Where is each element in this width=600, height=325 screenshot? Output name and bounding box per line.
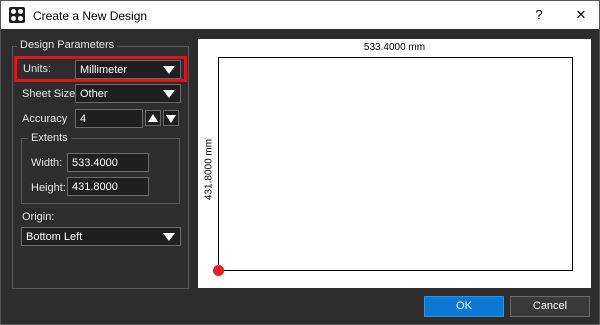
chevron-down-icon [163,90,175,98]
cancel-button[interactable]: Cancel [510,296,590,317]
arrow-down-icon [166,115,176,123]
width-input[interactable]: 533.4000 [67,153,149,172]
app-icon [9,7,25,23]
height-dimension-label: 431.8000 mm [203,138,215,201]
accuracy-label: Accuracy [22,113,68,125]
units-value: Millimeter [80,64,128,76]
dialog-title: Create a New Design [33,9,148,23]
origin-value: Bottom Left [26,231,83,243]
height-input[interactable]: 431.8000 [67,177,149,196]
close-button[interactable]: ✕ [567,5,595,25]
sheet-preview: 533.4000 mm 431.8000 mm [198,39,591,288]
chevron-down-icon [163,66,175,74]
origin-label: Origin: [22,211,55,223]
new-design-dialog: Create a New Design ? ✕ Design Parameter… [0,0,600,325]
accuracy-value: 4 [80,113,87,125]
sheet-size-select[interactable]: Other [75,84,181,103]
units-label: Units: [23,63,52,75]
origin-marker [213,265,224,276]
sheet-size-label: Sheet Size: [22,88,79,100]
chevron-down-icon [163,233,175,241]
origin-select[interactable]: Bottom Left [21,227,181,246]
sheet-size-value: Other [80,88,108,100]
height-value: 431.8000 [72,181,118,193]
width-label: Width: [31,157,63,169]
accuracy-decrement-button[interactable] [163,110,179,126]
design-parameters-label: Design Parameters [17,39,118,51]
width-value: 533.4000 [72,157,118,169]
title-bar: Create a New Design ? ✕ [1,1,599,29]
help-button[interactable]: ? [525,5,553,25]
units-select[interactable]: Millimeter [75,60,181,79]
height-label: Height: [31,182,66,194]
sheet-outline [218,57,573,271]
ok-button[interactable]: OK [424,296,504,317]
accuracy-input[interactable]: 4 [75,109,143,128]
extents-label: Extents [28,132,71,144]
accuracy-increment-button[interactable] [145,110,161,126]
width-dimension-label: 533.4000 mm [363,42,426,53]
arrow-up-icon [148,114,158,122]
